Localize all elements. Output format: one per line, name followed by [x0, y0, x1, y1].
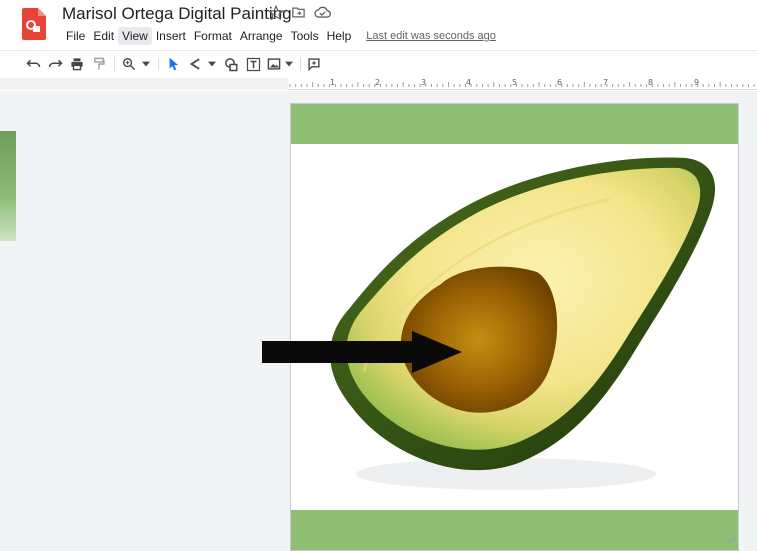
menu-arrange[interactable]: Arrange: [236, 27, 287, 45]
star-icon[interactable]: [267, 4, 286, 23]
desktop-background-edge: [0, 131, 16, 241]
menu-insert[interactable]: Insert: [152, 27, 190, 45]
app-header: Marisol Ortega Digital Painting File Edi…: [0, 0, 757, 47]
toolbar-divider: [158, 57, 159, 71]
print-icon[interactable]: [68, 55, 86, 73]
redo-icon[interactable]: [46, 55, 64, 73]
toolbar-divider: [300, 57, 301, 71]
last-edit-link[interactable]: Last edit was seconds ago: [366, 30, 496, 42]
toolbar: [0, 50, 757, 76]
menu-file[interactable]: File: [62, 27, 89, 45]
cloud-status-icon[interactable]: [314, 5, 332, 23]
resize-handle-icon[interactable]: [726, 530, 737, 548]
image-icon[interactable]: [266, 55, 282, 73]
ruler-number: 8: [648, 78, 654, 87]
undo-icon[interactable]: [24, 55, 42, 73]
zoom-icon[interactable]: [120, 55, 138, 73]
zoom-dropdown-icon[interactable]: [140, 55, 152, 73]
black-arrow-shape[interactable]: [262, 331, 462, 373]
ruler-margin: [0, 78, 288, 90]
menu-tools[interactable]: Tools: [287, 27, 323, 45]
ruler-number: 7: [603, 78, 609, 87]
ruler-number: 5: [512, 78, 518, 87]
paint-format-icon[interactable]: [90, 55, 108, 73]
menu-view[interactable]: View: [118, 27, 152, 45]
drawings-logo-icon[interactable]: [22, 8, 46, 40]
ruler-number: 4: [466, 78, 472, 87]
document-title[interactable]: Marisol Ortega Digital Painting: [62, 4, 292, 24]
avocado-image[interactable]: [291, 144, 740, 512]
menu-edit[interactable]: Edit: [89, 27, 118, 45]
shape-icon[interactable]: [222, 55, 240, 73]
ruler-ticks: [289, 82, 755, 87]
ruler-number: 6: [557, 78, 563, 87]
image-dropdown-icon[interactable]: [283, 55, 295, 73]
menu-format[interactable]: Format: [190, 27, 236, 45]
ruler-number: 1: [330, 78, 336, 87]
ruler-number: 2: [375, 78, 381, 87]
toolbar-divider: [114, 57, 115, 71]
drawing-page[interactable]: [290, 103, 739, 551]
horizontal-ruler[interactable]: 1 2 3 4 5 6 7 8 9: [288, 78, 757, 90]
comment-icon[interactable]: [305, 55, 323, 73]
top-green-band[interactable]: [291, 104, 738, 144]
text-box-icon[interactable]: [244, 55, 262, 73]
menu-bar: File Edit View Insert Format Arrange Too…: [62, 26, 496, 46]
select-icon[interactable]: [165, 55, 181, 73]
ruler-number: 3: [421, 78, 427, 87]
menu-help[interactable]: Help: [323, 27, 356, 45]
bottom-green-band[interactable]: [291, 510, 738, 550]
move-to-folder-icon[interactable]: [291, 5, 309, 23]
line-icon[interactable]: [186, 55, 204, 73]
line-dropdown-icon[interactable]: [206, 55, 218, 73]
ruler-number: 9: [694, 78, 700, 87]
